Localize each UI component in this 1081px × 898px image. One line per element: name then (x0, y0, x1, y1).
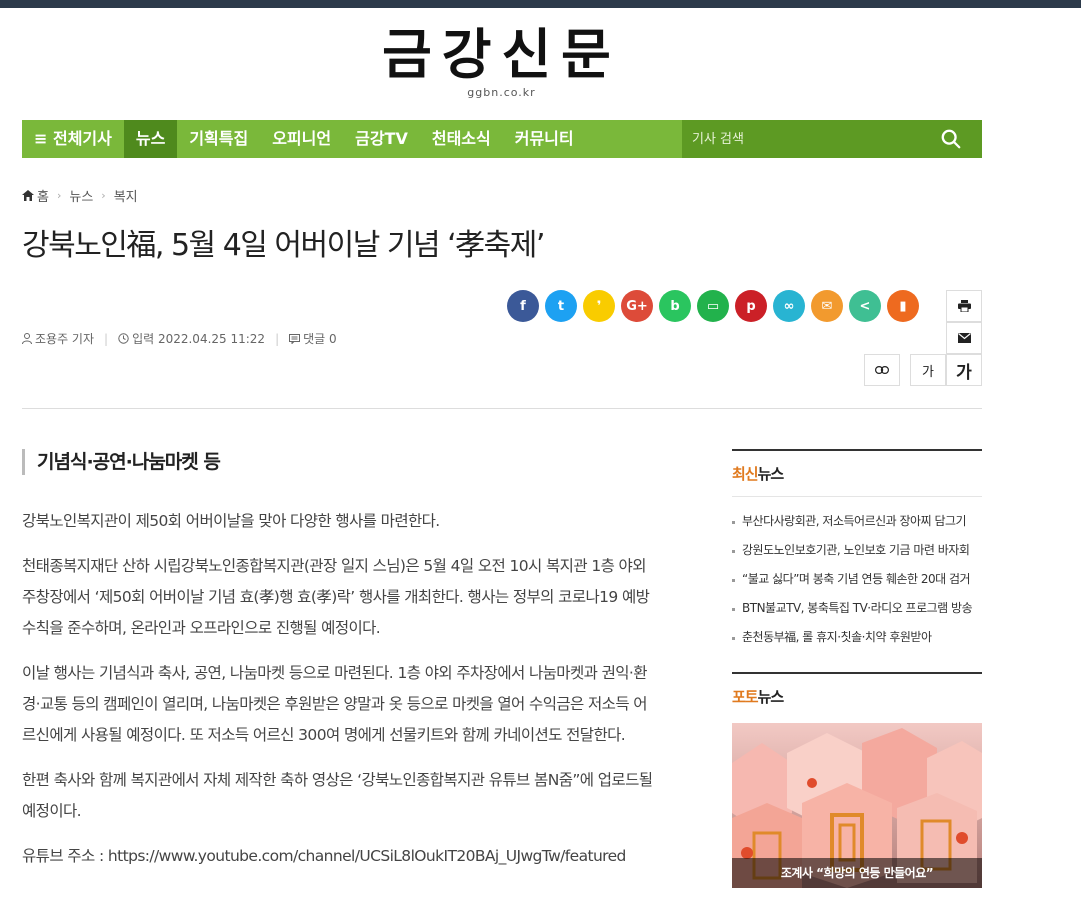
photo-news-heading: 포토뉴스 (732, 672, 982, 707)
article-meta: 조용주 기자 | 입력 2022.04.25 11:22 | 댓글 0 (22, 330, 337, 347)
sidebar: 최신뉴스 부산다사랑회관, 저소득어르신과 장아찌 담그기 강원도노인보호기관,… (732, 449, 982, 888)
search-box (682, 120, 982, 158)
font-size-increase-button[interactable]: 가 (946, 354, 982, 386)
breadcrumb-welfare[interactable]: 복지 (114, 186, 138, 205)
article-title: 강북노인福, 5월 4일 어버이날 기념 ‘孝축제’ (22, 228, 545, 263)
article-subheading: 기념식·공연·나눔마켓 등 (22, 449, 221, 475)
article-paragraph: 강북노인복지관이 제50회 어버이날을 맞아 다양한 행사를 마련한다. (22, 512, 440, 530)
article-paragraph: 이날 행사는 기념식과 축사, 공연, 나눔마켓 등으로 마련된다. 1층 야외… (22, 664, 648, 744)
article-paragraph: 천태종복지재단 산하 시립강북노인종합복지관(관장 일지 스님)은 5월 4일 … (22, 557, 650, 637)
meta-divider: | (275, 331, 280, 346)
facebook-share-button[interactable]: f (507, 290, 539, 322)
print-icon (957, 300, 971, 312)
latest-news-item[interactable]: “불교 싫다”며 봉축 기념 연등 훼손한 20대 검거 (732, 565, 982, 594)
header-divider (22, 408, 982, 409)
email-button[interactable] (946, 322, 982, 354)
breadcrumb-home: 홈 (37, 190, 49, 205)
latest-news-heading-rest: 뉴스 (757, 465, 785, 483)
search-input[interactable] (682, 130, 934, 148)
pinterest-share-button[interactable]: p (735, 290, 767, 322)
line-share-button[interactable]: ▭ (697, 290, 729, 322)
publish-date-text: 입력 2022.04.25 11:22 (132, 332, 266, 346)
comment-icon (289, 333, 301, 344)
person-icon (22, 333, 32, 344)
meta-divider: | (104, 331, 109, 346)
article-paragraph: 한편 축사와 함께 복지관에서 자체 제작한 축하 영상은 ‘강북노인종합복지관… (22, 771, 653, 820)
search-icon[interactable] (940, 128, 962, 150)
comment-count[interactable]: 댓글 0 (289, 330, 337, 347)
nav-item-community[interactable]: 커뮤니티 (503, 120, 586, 158)
top-bar (0, 0, 1081, 8)
comment-count-text: 댓글 0 (303, 332, 337, 346)
logo-domain: ggbn.co.kr (467, 86, 536, 99)
nav-item-opinion[interactable]: 오피니언 (260, 120, 343, 158)
breadcrumb: 홈 › 뉴스 › 복지 (22, 186, 138, 205)
main-nav: ≡ 전체기사 뉴스 기획특집 오피니언 금강TV 천태소식 커뮤니티 (22, 120, 982, 158)
clock-icon (118, 333, 129, 344)
reporter: 조용주 기자 (22, 330, 94, 347)
googleplus-share-button[interactable]: G+ (621, 290, 653, 322)
article-paragraph: 유튜브 주소 : https://www.youtube.com/channel… (22, 847, 626, 865)
share-buttons: f t ❜ G+ b ▭ p ∞ ✉ < ▮ (507, 290, 919, 322)
chevron-right-icon: › (56, 189, 62, 202)
reporter-name: 조용주 기자 (35, 332, 95, 346)
nav-item-geumgang-tv[interactable]: 금강TV (343, 120, 420, 158)
link-share-button[interactable]: ∞ (773, 290, 805, 322)
mail-icon (957, 333, 971, 343)
chevron-right-icon: › (101, 189, 106, 202)
email-share-button[interactable]: ✉ (811, 290, 843, 322)
kakaostory-share-button[interactable]: ❜ (583, 290, 615, 322)
latest-news-item[interactable]: BTN불교TV, 봉축특집 TV·라디오 프로그램 방송 (732, 594, 982, 623)
photo-caption: 조계사 “희망의 연등 만들어요” (732, 858, 982, 888)
font-size-decrease-button[interactable]: 가 (910, 354, 946, 386)
breadcrumb-news[interactable]: 뉴스 (69, 186, 93, 205)
bookmark-button[interactable]: ▮ (887, 290, 919, 322)
nav-item-news[interactable]: 뉴스 (123, 120, 178, 158)
latest-news-item[interactable]: 강원도노인보호기관, 노인보호 기금 마련 바자회 (732, 536, 982, 565)
home-link[interactable]: 홈 (22, 186, 49, 205)
latest-news-list: 부산다사랑회관, 저소득어르신과 장아찌 담그기 강원도노인보호기관, 노인보호… (732, 497, 982, 660)
publish-date: 입력 2022.04.25 11:22 (118, 330, 265, 347)
site-logo[interactable]: 금강신문 ggbn.co.kr (0, 26, 1003, 100)
photo-news-heading-rest: 뉴스 (757, 688, 785, 706)
latest-news-item[interactable]: 춘천동부福, 롤 휴지·칫솔·치약 후원받아 (732, 623, 982, 652)
nav-item-cheontae-news[interactable]: 천태소식 (420, 120, 503, 158)
link-icon (875, 366, 889, 374)
band-share-button[interactable]: b (659, 290, 691, 322)
article-body: 강북노인복지관이 제50회 어버이날을 맞아 다양한 행사를 마련한다. 천태종… (22, 506, 654, 886)
more-share-button[interactable]: < (849, 290, 881, 322)
twitter-share-button[interactable]: t (545, 290, 577, 322)
print-button[interactable] (946, 290, 982, 322)
home-icon (22, 190, 34, 201)
photo-news-item[interactable]: 조계사 “희망의 연등 만들어요” (732, 723, 982, 888)
photo-news-heading-accent: 포토 (732, 688, 759, 706)
latest-news-heading-accent: 최신 (732, 465, 759, 483)
copy-link-button[interactable] (864, 354, 900, 386)
nav-item-features[interactable]: 기획특집 (177, 120, 260, 158)
latest-news-heading: 최신뉴스 (732, 449, 982, 497)
logo-title[interactable]: 금강신문 (0, 26, 1003, 84)
nav-all-articles[interactable]: ≡ 전체기사 (22, 120, 124, 158)
latest-news-item[interactable]: 부산다사랑회관, 저소득어르신과 장아찌 담그기 (732, 507, 982, 536)
